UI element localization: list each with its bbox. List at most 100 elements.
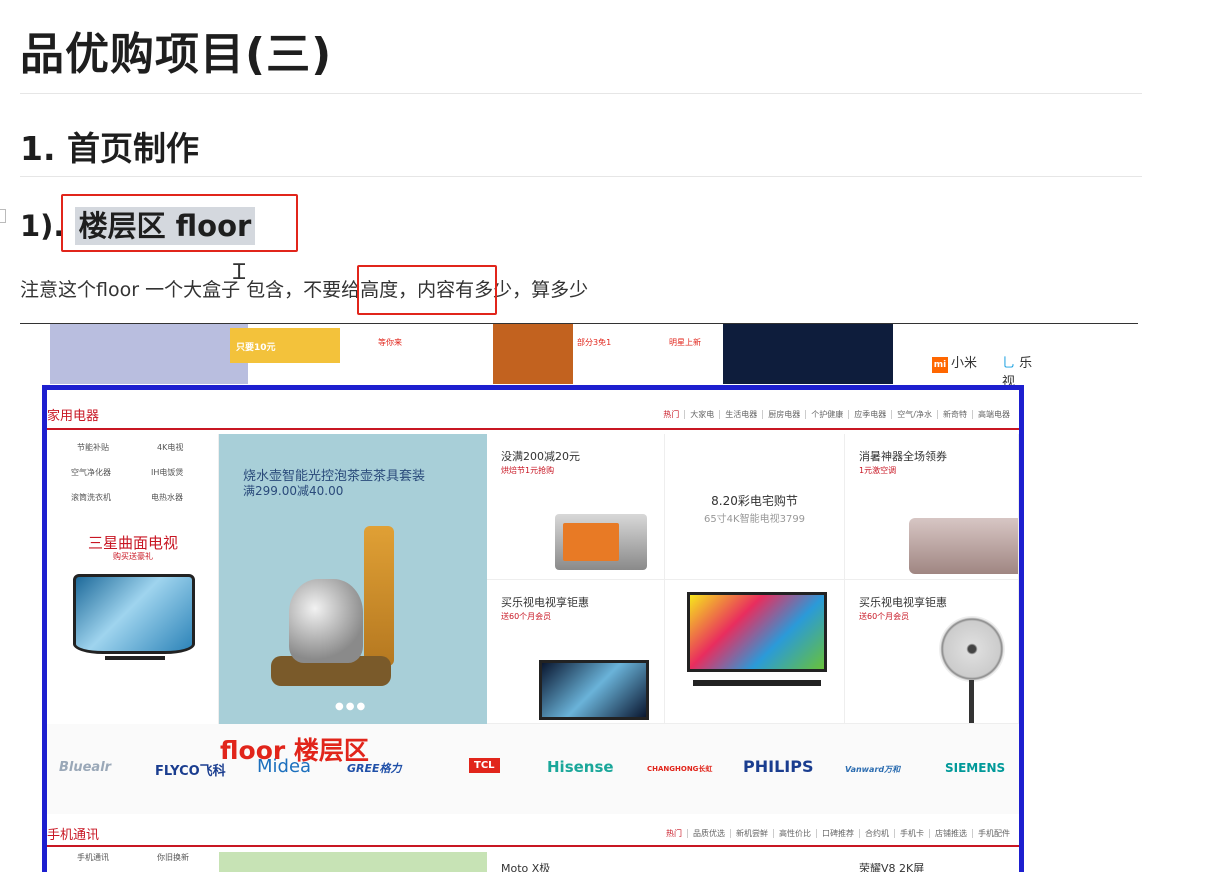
product-cell-oven[interactable]: 没满200减20元 烘焙节1元抢购: [487, 434, 665, 580]
banner-caption-3: 明星上新: [669, 338, 701, 347]
floor-main-banner[interactable]: 烧水壶智能光控泡茶壶茶具套装 满299.00减40.00 ●●●: [219, 434, 487, 724]
product-cell-letv-2[interactable]: 买乐视电视享钜惠 送60个月会员: [845, 580, 1019, 724]
product-title: Moto X极: [501, 862, 551, 872]
brand-logo[interactable]: Vanward万和: [845, 764, 900, 775]
banner-caption-2: 部分3免1: [577, 338, 612, 347]
title-divider: [20, 93, 1142, 94]
brand-logo[interactable]: Bluealr: [59, 760, 111, 775]
floor-tab[interactable]: 品质优选: [687, 829, 730, 838]
floor-tab[interactable]: 空气/净水: [891, 410, 937, 419]
category-link[interactable]: 空气净化器: [71, 467, 111, 478]
product-title: 买乐视电视享钜惠: [501, 596, 589, 609]
brand-logo[interactable]: SIEMENS: [945, 761, 1005, 775]
banner-card-text: 只要10元: [236, 343, 276, 353]
category-link[interactable]: 手机通讯: [77, 852, 109, 863]
tv-image: [539, 660, 649, 720]
color-tv-image: [687, 592, 827, 672]
product-title: 荣耀V8 2K屏: [859, 862, 925, 872]
product-cell-tv-festival[interactable]: 8.20彩电宅购节 65寸4K智能电视3799: [665, 434, 845, 580]
product-subtitle: 65寸4K智能电视3799: [703, 514, 806, 525]
brand-row: Bluealr FLYCO飞科 Midea GREE格力 TCL Hisense…: [47, 724, 1019, 814]
promo-title: 三星曲面电视: [87, 534, 178, 552]
kettle-image: [289, 579, 363, 663]
product-title: 消暑神器全场领券: [859, 450, 947, 463]
product-cell-color-tv[interactable]: [665, 580, 845, 724]
xiaomi-logo-text: 小米: [951, 356, 978, 371]
fan-pole: [969, 680, 974, 723]
product-subtitle: 烘焙节1元抢购: [501, 466, 555, 475]
product-cell-letv-1[interactable]: 买乐视电视享钜惠 送60个月会员: [487, 580, 665, 724]
product-title: 没满200减20元: [501, 450, 580, 463]
banner-white-tile-2: 部分3免1 明星上新: [573, 324, 723, 384]
brand-logo[interactable]: Hisense: [547, 758, 614, 776]
floor-red-line: [47, 845, 1019, 847]
floor-tab[interactable]: 合约机: [859, 829, 894, 838]
brand-logo[interactable]: FLYCO飞科: [155, 760, 226, 779]
fan-image: [939, 616, 1005, 682]
oven-image: [555, 514, 647, 570]
floor-title-phones: 手机通讯: [47, 828, 100, 843]
floor-tab[interactable]: 手机配件: [972, 829, 1015, 838]
category-link[interactable]: 你旧换新: [157, 852, 189, 863]
floor-tab[interactable]: 口碑推荐: [816, 829, 859, 838]
floor-annotation-label: floor 楼层区: [220, 736, 369, 765]
annotation-box-note: [357, 265, 497, 315]
floor-tab[interactable]: 高端电器: [972, 410, 1015, 419]
embedded-screenshot: 只要10元 等你来 部分3免1 明星上新 mi 小米 乚 乐视 家用电器 热门 大家…: [20, 323, 1138, 872]
product-title: 买乐视电视享钜惠: [859, 596, 947, 609]
brand-logo[interactable]: TCL: [469, 758, 500, 773]
kettle-pump-image: [364, 526, 394, 666]
banner-promo-card: 只要10元: [230, 328, 340, 363]
xiaomi-logo: mi 小米: [932, 356, 978, 373]
annotation-box-heading: [61, 194, 298, 252]
banner-purple-tile: [50, 324, 248, 384]
note-paragraph: 注意这个floor 一个大盒子 包含，不要给高度，内容有多少，算多少: [20, 275, 588, 302]
category-link[interactable]: IH电饭煲: [151, 467, 183, 478]
subsection-prefix: 1).: [20, 209, 65, 243]
brand-logo[interactable]: CHANGHONG长虹: [647, 764, 712, 774]
floor-tab[interactable]: 生活电器: [719, 410, 763, 419]
category-link[interactable]: 滚筒洗衣机: [71, 492, 111, 503]
note-part-a: 注意这个floor 一个大盒子 包含，: [20, 279, 304, 301]
floor-red-line: [47, 428, 1019, 430]
floor-tab[interactable]: 大家电: [684, 410, 720, 419]
soundbar-image: [693, 680, 821, 686]
banner-caption-1: 等你来: [378, 338, 402, 347]
product-cell-aircon[interactable]: 消暑神器全场领券 1元激空调: [845, 434, 1019, 580]
floor-title-appliances: 家用电器: [47, 409, 100, 424]
aircon-image: [909, 518, 1018, 574]
tv-stand: [105, 656, 165, 660]
floor-tabs-phones: 热门 品质优选 新机尝鲜 高性价比 口碑推荐 合约机 手机卡 店铺推选 手机配件: [661, 828, 1015, 839]
top-banner-strip: 只要10元 等你来 部分3免1 明星上新 mi 小米 乚 乐视: [50, 324, 1040, 390]
floor-tab[interactable]: 新机尝鲜: [730, 829, 773, 838]
floor-tab[interactable]: 厨房电器: [762, 410, 806, 419]
floor-tab[interactable]: 高性价比: [773, 829, 816, 838]
floor-tab[interactable]: 热门: [658, 410, 684, 419]
category-link[interactable]: 节能补贴: [77, 442, 109, 453]
product-title: 8.20彩电宅购节: [711, 494, 798, 508]
floor-tab[interactable]: 店铺推选: [929, 829, 972, 838]
category-link[interactable]: 4K电视: [157, 442, 183, 453]
floor-left-column: 节能补贴 4K电视 空气净化器 IH电饭煲 滚筒洗衣机 电热水器 三星曲面电视 …: [47, 434, 219, 724]
floor-tab[interactable]: 新奇特: [937, 410, 972, 419]
product-subtitle: 1元激空调: [859, 466, 897, 475]
floor-tab[interactable]: 手机卡: [894, 829, 929, 838]
floor-tab[interactable]: 应季电器: [848, 410, 892, 419]
banner-shirt-image: [493, 324, 573, 384]
product-subtitle: 送60个月会员: [859, 612, 910, 621]
brand-logo[interactable]: PHILIPS: [743, 757, 813, 776]
floor-tab[interactable]: 个护健康: [805, 410, 849, 419]
phones-banner[interactable]: [219, 852, 487, 872]
margin-marker: [0, 209, 6, 223]
section-divider: [20, 176, 1142, 177]
curved-tv-image[interactable]: [73, 574, 195, 654]
carousel-dots[interactable]: ●●●: [335, 701, 367, 712]
banner-watch-image: [723, 324, 893, 384]
floor-tabs-appliances: 热门 大家电 生活电器 厨房电器 个护健康 应季电器 空气/净水 新奇特 高端电器: [658, 409, 1015, 420]
section-heading: 1. 首页制作: [20, 129, 199, 168]
banner-subtitle: 满299.00减40.00: [243, 484, 344, 498]
product-subtitle: 送60个月会员: [501, 612, 552, 621]
floor-tab[interactable]: 热门: [661, 829, 687, 838]
page-title: 品优购项目(三): [20, 29, 333, 80]
category-link[interactable]: 电热水器: [151, 492, 183, 503]
